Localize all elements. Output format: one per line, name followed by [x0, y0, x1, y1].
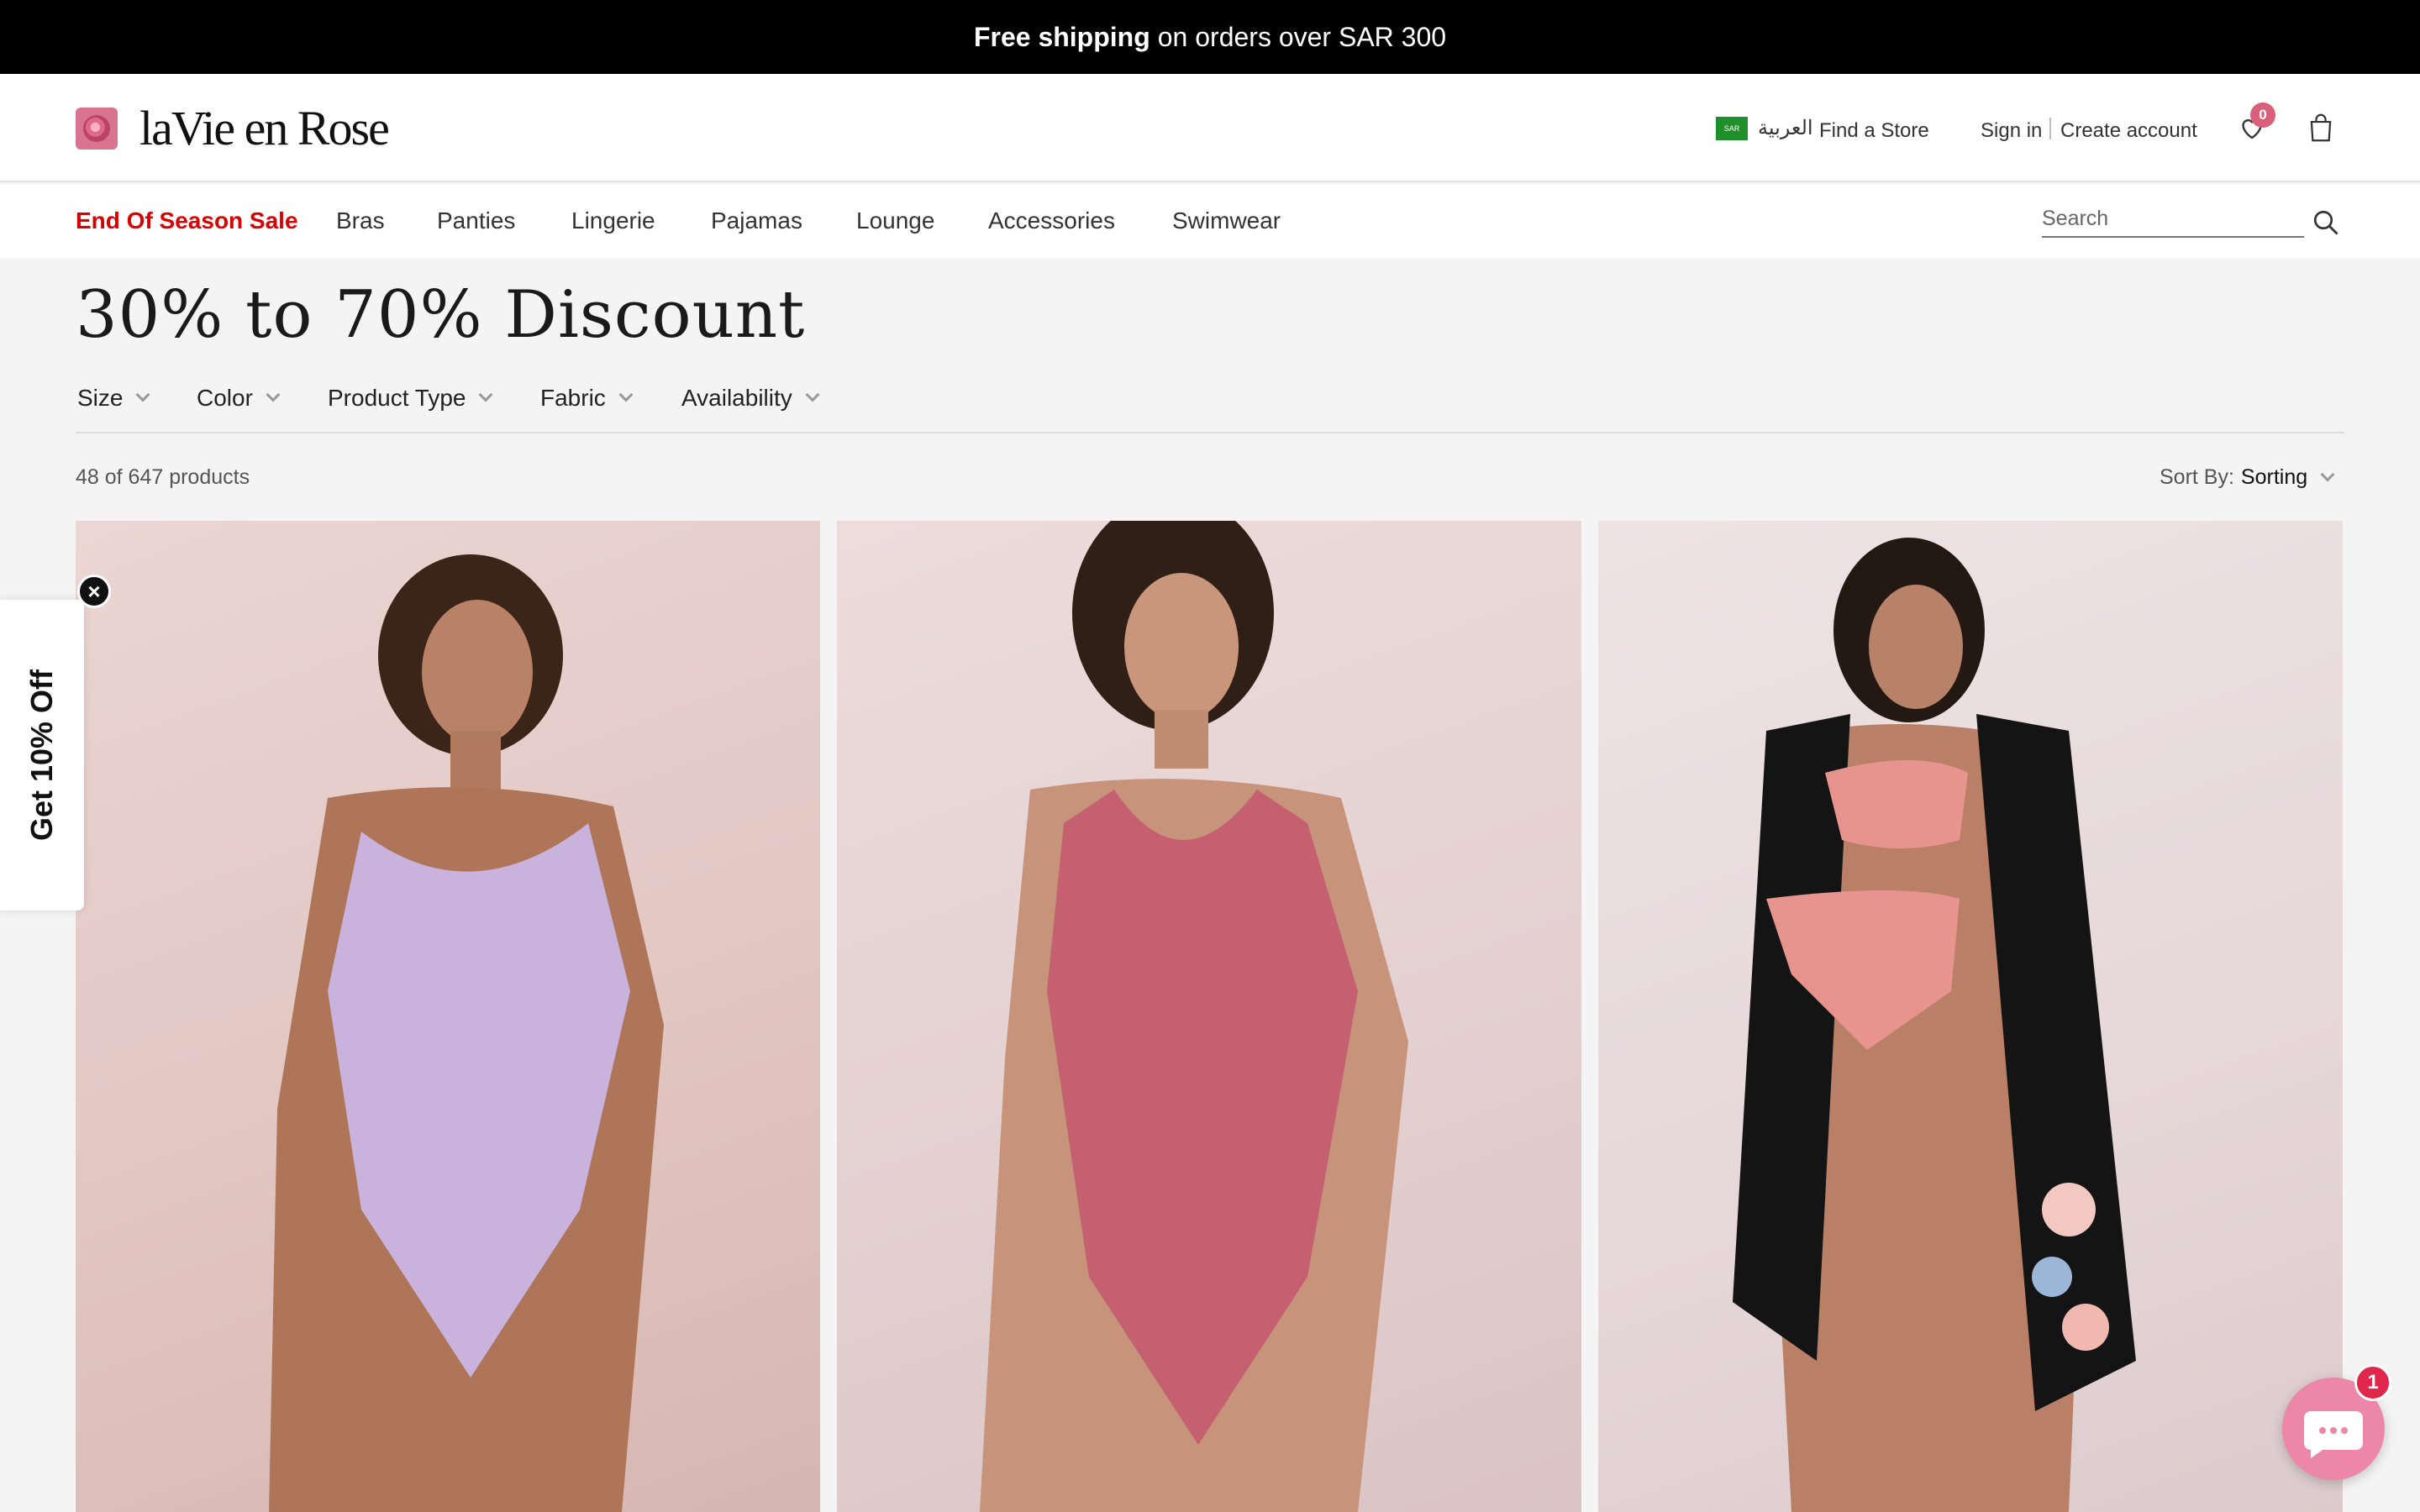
product-image[interactable]: [76, 521, 820, 1512]
filter-label: Fabric: [540, 385, 606, 411]
create-account-link[interactable]: Create account: [2060, 119, 2197, 143]
filter-size[interactable]: Size: [77, 385, 150, 412]
logo-text: laVie en Rose: [139, 101, 390, 155]
filter-bar: Size Color Product Type Fabric Availabil…: [76, 370, 2344, 433]
nav-item-swimwear[interactable]: Swimwear: [1172, 207, 1281, 234]
popup-label: Get 10% Off: [24, 669, 59, 842]
sort-label: Sort By:: [2160, 465, 2234, 489]
divider: [2049, 118, 2051, 139]
chat-notification-badge: 1: [2354, 1364, 2391, 1401]
search-button[interactable]: [2311, 207, 2341, 238]
chevron-down-icon: [805, 387, 820, 402]
announcement-bold: Free shipping: [973, 21, 1150, 52]
discount-popup-tab[interactable]: Get 10% Off: [0, 600, 84, 911]
logo[interactable]: laVie en Rose: [76, 101, 390, 155]
saudi-flag-icon: SAR: [1716, 116, 1748, 140]
search-input[interactable]: [2042, 202, 2304, 234]
rose-logo-icon: [76, 108, 118, 150]
announcement-bar: Free shipping on orders over SAR 300: [0, 0, 2420, 74]
sign-in-link[interactable]: Sign in: [1981, 119, 2042, 143]
filter-color[interactable]: Color: [197, 385, 281, 412]
nav-item-pajamas[interactable]: Pajamas: [711, 207, 802, 234]
search-icon: [2313, 210, 2338, 235]
product-image[interactable]: [837, 521, 1581, 1512]
product-image[interactable]: [1598, 521, 2343, 1512]
language-switch[interactable]: SAR العربية: [1716, 116, 1817, 140]
language-label: العربية: [1758, 117, 1813, 139]
nav-item-lingerie[interactable]: Lingerie: [571, 207, 655, 234]
chevron-down-icon: [266, 387, 281, 402]
model-figure: [980, 521, 1408, 1512]
filter-label: Product Type: [328, 385, 466, 411]
find-store-link[interactable]: Find a Store: [1819, 119, 1929, 143]
nav-item-end-of-season-sale[interactable]: End Of Season Sale: [76, 207, 298, 234]
nav-item-panties[interactable]: Panties: [437, 207, 515, 234]
search-box: [2042, 202, 2304, 238]
model-figure: [269, 554, 664, 1512]
product-card[interactable]: [1598, 521, 2343, 1512]
product-card[interactable]: [76, 521, 820, 1512]
main-nav: End Of Season Sale Bras Panties Lingerie…: [0, 184, 2420, 258]
filter-label: Color: [197, 385, 253, 411]
filter-label: Availability: [681, 385, 792, 411]
filter-product-type[interactable]: Product Type: [328, 385, 493, 412]
chevron-down-icon: [618, 387, 634, 402]
model-figure: [1733, 538, 2136, 1512]
nav-item-lounge[interactable]: Lounge: [856, 207, 934, 234]
site-header: laVie en Rose SAR العربية Find a Store S…: [0, 74, 2420, 182]
chevron-down-icon: [135, 387, 150, 402]
product-card[interactable]: [837, 521, 1581, 1512]
nav-item-accessories[interactable]: Accessories: [988, 207, 1115, 234]
announcement-text: on orders over SAR 300: [1157, 21, 1447, 52]
filter-fabric[interactable]: Fabric: [540, 385, 634, 412]
page-title: 30% to 70% Discount: [76, 277, 806, 353]
filter-availability[interactable]: Availability: [681, 385, 820, 412]
product-count: 48 of 647 products: [76, 465, 250, 489]
cart-button[interactable]: [2307, 113, 2337, 143]
sort-dropdown[interactable]: Sort By: Sorting: [2160, 465, 2335, 490]
shopping-bag-icon: [2310, 113, 2332, 142]
wishlist-count-badge: 0: [2250, 102, 2275, 128]
sort-value: Sorting: [2240, 465, 2308, 489]
filter-label: Size: [77, 385, 124, 411]
chevron-down-icon: [478, 387, 493, 402]
chevron-down-icon: [2320, 467, 2335, 481]
nav-item-bras[interactable]: Bras: [336, 207, 385, 234]
wishlist-button[interactable]: 0: [2237, 102, 2275, 143]
close-icon[interactable]: ×: [77, 575, 111, 608]
